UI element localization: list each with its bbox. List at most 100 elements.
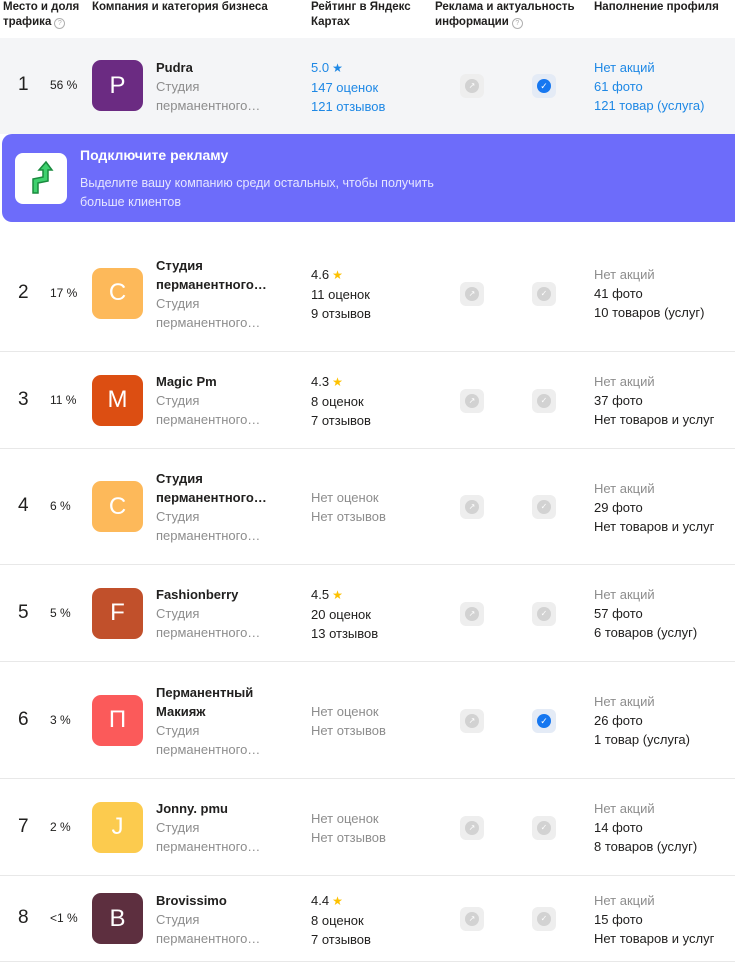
verified-check-icon[interactable]: ✓ xyxy=(532,495,556,519)
category-line: Студия xyxy=(156,820,200,835)
table-row[interactable]: 5 5 % F Fashionberry Студия перманентного… 4.5… xyxy=(0,565,735,662)
check-icon: ✓ xyxy=(537,606,551,621)
place-number: 4 xyxy=(18,495,29,516)
table-row[interactable]: 3 11 % M Magic Pm Студия перманентного… 4.3 ★ 8 … xyxy=(0,352,735,449)
ad-status-icon[interactable]: ↗ xyxy=(460,388,484,413)
avatar: P xyxy=(92,60,143,111)
company-category: Студия перманентного… xyxy=(156,721,301,759)
verified-check-icon[interactable]: ✓ xyxy=(532,907,556,931)
goods-link[interactable]: 10 товаров (услуг) xyxy=(594,305,704,320)
goods-link[interactable]: Нет товаров и услуг xyxy=(594,519,714,534)
category-line: перманентного… xyxy=(156,314,261,330)
verified-check-icon[interactable]: ✓ xyxy=(532,815,556,840)
company-name[interactable]: Fashionberry xyxy=(156,585,301,604)
photos-link[interactable]: 29 фото xyxy=(594,500,643,515)
star-icon: ★ xyxy=(332,893,343,908)
table-row[interactable]: 4 6 % С Студия перманентного… Студия перманент… xyxy=(0,449,735,565)
company-name-line: Студия xyxy=(156,471,203,486)
verified-check-icon[interactable]: ✓ xyxy=(532,708,556,733)
reviews-count: 13 отзывов xyxy=(311,626,379,641)
company-name-line: Перманентный xyxy=(156,684,254,700)
reviews-count: 121 отзывов xyxy=(311,98,386,114)
ad-status-icon[interactable]: ↗ xyxy=(460,495,484,519)
promos-link[interactable]: Нет акций xyxy=(594,801,655,816)
avatar: B xyxy=(92,893,143,944)
reviews-count: 7 отзывов xyxy=(311,931,371,947)
help-icon[interactable]: ? xyxy=(54,18,66,29)
promos-link[interactable]: Нет акций xyxy=(594,893,655,908)
company-name[interactable]: Студия перманентного… xyxy=(156,256,301,294)
photos-link[interactable]: 15 фото xyxy=(594,912,643,927)
ratings-count: 11 оценок xyxy=(311,287,370,302)
promos-link[interactable]: Нет акций xyxy=(594,481,655,496)
company-category: Студия перманентного… xyxy=(156,604,301,642)
ratings-count: Нет оценок xyxy=(311,490,379,505)
profile-fill: Нет акций 29 фото Нет товаров и услуг xyxy=(594,479,734,536)
ratings-count: 8 оценок xyxy=(311,394,364,409)
ad-status-icon[interactable]: ↗ xyxy=(460,281,484,306)
goods-link[interactable]: 1 товар (услуга) xyxy=(594,732,690,747)
table-row[interactable]: 6 3 % П Перманентный Макияж Студия перманентно… xyxy=(0,662,735,779)
profile-fill: Нет акций 15 фото Нет товаров и услуг xyxy=(594,891,734,948)
check-icon: ✓ xyxy=(537,286,551,301)
promos-link[interactable]: Нет акций xyxy=(594,587,655,602)
ratings-count: 147 оценок xyxy=(311,79,379,95)
avatar: С xyxy=(92,481,143,532)
photos-link[interactable]: 37 фото xyxy=(594,393,643,408)
rating-value-line: 4.3 ★ xyxy=(311,372,431,392)
photos-link[interactable]: 41 фото xyxy=(594,286,643,301)
header-place-share: Место и доля трафика? xyxy=(3,0,88,30)
company-name[interactable]: Перманентный Макияж xyxy=(156,683,301,721)
promos-link[interactable]: Нет акций xyxy=(594,60,655,75)
pin-icon: ↗ xyxy=(465,820,479,835)
star-icon: ★ xyxy=(332,375,343,389)
table-row[interactable]: 7 2 % J Jonny. pmu Студия перманентного… Нет о… xyxy=(0,779,735,876)
place-number: 8 xyxy=(18,907,29,928)
category-line: перманентного… xyxy=(156,528,261,543)
company-name[interactable]: Brovissimo xyxy=(156,891,301,910)
rating-block: 4.6 ★ 11 оценок 9 отзывов xyxy=(311,265,431,323)
category-line: Студия xyxy=(156,509,200,524)
photos-link[interactable]: 61 фото xyxy=(594,79,643,94)
category-line: перманентного… xyxy=(156,741,261,757)
place-number: 5 xyxy=(18,601,29,623)
avatar: J xyxy=(92,801,143,853)
ad-status-icon[interactable]: ↗ xyxy=(460,601,484,626)
table-row[interactable]: 1 56 % P Pudra Студия перманентного… 5.0 ★ 147 о… xyxy=(0,38,735,134)
verified-check-icon[interactable]: ✓ xyxy=(532,74,556,98)
place-number: 2 xyxy=(18,281,29,303)
company-name[interactable]: Pudra xyxy=(156,58,301,77)
company-name[interactable]: Magic Pm xyxy=(156,372,301,391)
photos-link[interactable]: 14 фото xyxy=(594,820,643,835)
rating-value-line: 5.0 ★ xyxy=(311,58,431,78)
photos-link[interactable]: 57 фото xyxy=(594,606,643,621)
star-icon: ★ xyxy=(332,588,343,602)
company-name-line: перманентного… xyxy=(156,490,267,505)
goods-link[interactable]: 8 товаров (услуг) xyxy=(594,839,697,854)
goods-link[interactable]: Нет товаров и услуг xyxy=(594,931,714,946)
photos-link[interactable]: 26 фото xyxy=(594,713,643,728)
ad-status-icon[interactable]: ↗ xyxy=(460,74,484,98)
promos-link[interactable]: Нет акций xyxy=(594,374,655,389)
company-category: Студия перманентного… xyxy=(156,77,301,115)
promos-link[interactable]: Нет акций xyxy=(594,267,655,282)
goods-link[interactable]: 6 товаров (услуг) xyxy=(594,625,697,640)
company-name[interactable]: Студия перманентного… xyxy=(156,469,301,507)
ad-status-icon[interactable]: ↗ xyxy=(460,907,484,931)
ad-status-icon[interactable]: ↗ xyxy=(460,815,484,840)
table-row[interactable]: 8 <1 % B Brovissimo Студия перманентного… 4.4 ★… xyxy=(0,876,735,962)
ad-status-icon[interactable]: ↗ xyxy=(460,708,484,733)
place-number: 3 xyxy=(18,388,29,410)
rating-value-line: 4.6 ★ xyxy=(311,265,431,285)
promos-link[interactable]: Нет акций xyxy=(594,694,655,709)
table-row[interactable]: 2 17 % С Студия перманентного… Студия перманен… xyxy=(0,235,735,352)
rating-block[interactable]: 5.0 ★ 147 оценок 121 отзывов xyxy=(311,58,431,116)
help-icon[interactable]: ? xyxy=(511,18,523,29)
ad-promo-banner[interactable]: Подключите рекламу Выделите вашу компани… xyxy=(2,134,735,222)
goods-link[interactable]: Нет товаров и услуг xyxy=(594,412,714,427)
verified-check-icon[interactable]: ✓ xyxy=(532,281,556,306)
company-name[interactable]: Jonny. pmu xyxy=(156,799,301,818)
verified-check-icon[interactable]: ✓ xyxy=(532,601,556,626)
verified-check-icon[interactable]: ✓ xyxy=(532,388,556,413)
goods-link[interactable]: 121 товар (услуга) xyxy=(594,98,704,113)
